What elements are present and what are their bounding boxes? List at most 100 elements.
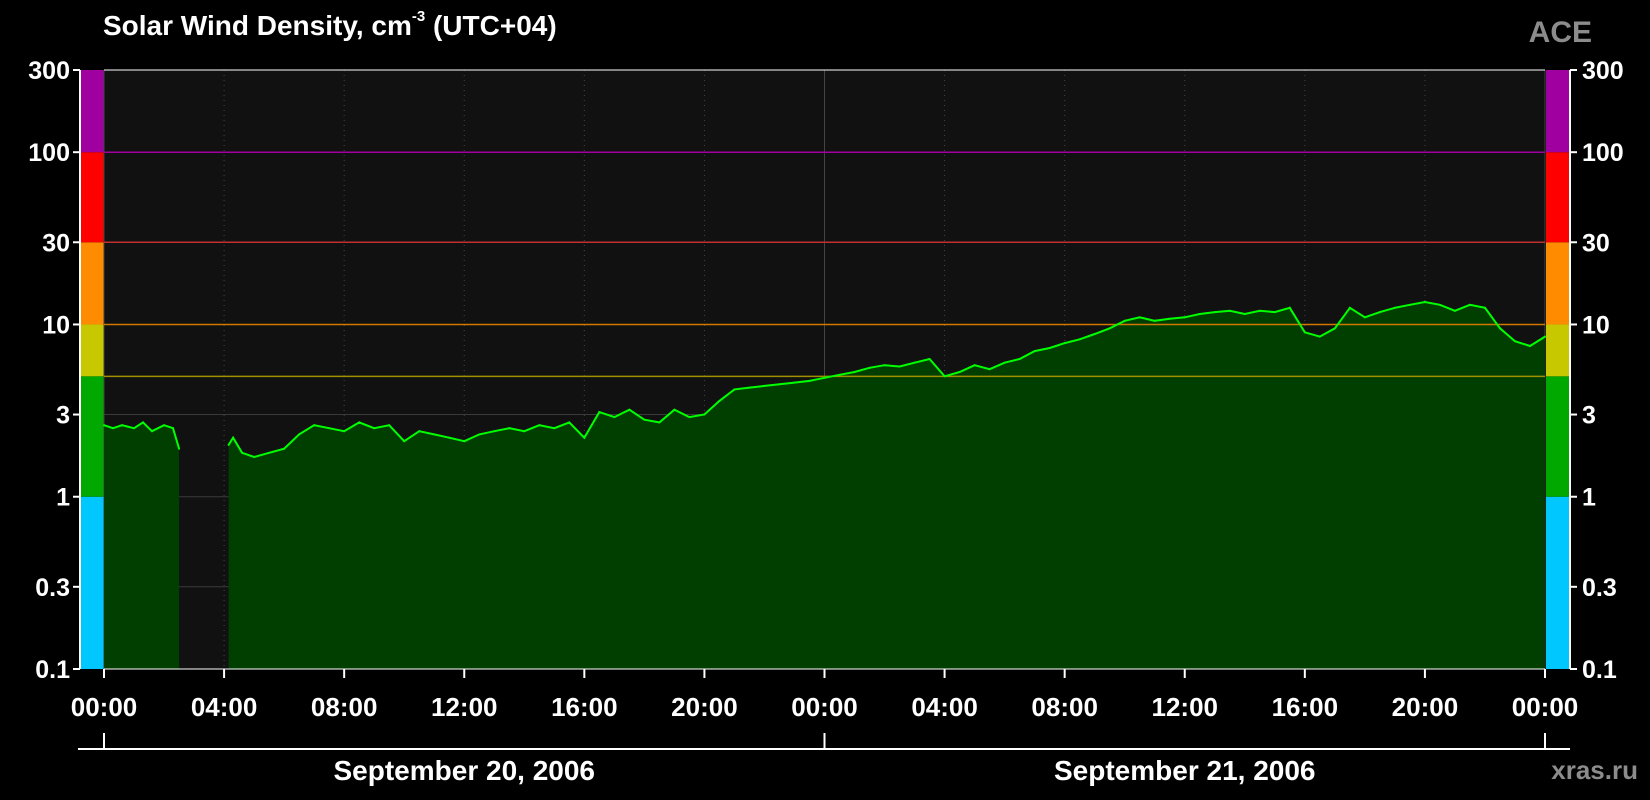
- data-point: [778, 383, 781, 386]
- data-point: [463, 440, 466, 443]
- data-point: [227, 443, 230, 446]
- data-point: [523, 430, 526, 433]
- data-point: [1033, 350, 1036, 353]
- data-point: [1544, 335, 1546, 338]
- y-tick-label-left: 300: [28, 57, 70, 85]
- data-point: [1198, 313, 1201, 316]
- data-point: [613, 416, 616, 419]
- data-point: [172, 427, 175, 430]
- data-point: [373, 427, 376, 430]
- level-band-left: [80, 152, 104, 243]
- data-point: [688, 416, 691, 419]
- data-point: [538, 424, 541, 427]
- data-point: [403, 440, 406, 443]
- data-point: [928, 358, 931, 361]
- data-point: [943, 375, 946, 378]
- data-point: [1513, 340, 1516, 343]
- x-tick-label: 12:00: [1152, 692, 1219, 722]
- data-point: [1483, 306, 1486, 309]
- y-tick-label-left: 3: [56, 402, 70, 430]
- data-point: [1378, 311, 1381, 314]
- data-point: [1408, 303, 1411, 306]
- x-tick-label: 00:00: [1512, 692, 1579, 722]
- data-point: [598, 411, 601, 414]
- data-point: [673, 408, 676, 411]
- x-tick-label: 04:00: [191, 692, 258, 722]
- date-label: September 21, 2006: [1054, 755, 1316, 786]
- data-point: [868, 366, 871, 369]
- y-tick-label-left: 1: [56, 484, 70, 512]
- data-point: [151, 430, 154, 433]
- data-point: [748, 386, 751, 389]
- data-point: [232, 436, 235, 439]
- data-point: [1303, 331, 1306, 334]
- data-point: [253, 456, 256, 459]
- x-tick-label: 20:00: [1392, 692, 1459, 722]
- data-point: [283, 447, 286, 450]
- y-tick-label-left: 100: [28, 139, 70, 167]
- level-band-left: [80, 324, 104, 377]
- data-point: [988, 368, 991, 371]
- data-point: [1078, 338, 1081, 341]
- data-point: [763, 384, 766, 387]
- x-tick-label: 08:00: [311, 692, 378, 722]
- data-point: [808, 379, 811, 382]
- x-tick-label: 16:00: [1272, 692, 1339, 722]
- level-band-left: [80, 496, 104, 669]
- data-point: [1438, 303, 1441, 306]
- data-point: [1138, 316, 1141, 319]
- data-point: [1213, 311, 1216, 314]
- data-point: [433, 433, 436, 436]
- data-point: [358, 421, 361, 424]
- data-point: [1333, 327, 1336, 330]
- data-point: [478, 433, 481, 436]
- x-tick-label: 00:00: [791, 692, 858, 722]
- data-point: [898, 365, 901, 368]
- x-tick-label: 04:00: [911, 692, 978, 722]
- data-point: [1423, 301, 1426, 304]
- data-point: [958, 370, 961, 373]
- data-point: [1228, 309, 1231, 312]
- data-point: [1348, 306, 1351, 309]
- data-point: [133, 427, 136, 430]
- level-band-right: [1546, 496, 1570, 669]
- date-label: September 20, 2006: [334, 755, 596, 786]
- data-point: [448, 436, 451, 439]
- x-tick-label: 08:00: [1031, 692, 1098, 722]
- y-tick-label-left: 0.1: [35, 656, 70, 684]
- data-point: [142, 421, 145, 424]
- y-tick-label-left: 10: [42, 311, 70, 339]
- y-tick-label-right: 0.3: [1582, 574, 1617, 602]
- level-band-left: [80, 242, 104, 325]
- data-point: [163, 424, 166, 427]
- density-chart: 0.1 0.1 0.3 0.3 1 1 3 3 10 10 30 30 100 100 300 300 00:0…: [28, 57, 1623, 786]
- data-point: [1393, 306, 1396, 309]
- data-point: [643, 418, 646, 421]
- data-point: [583, 436, 586, 439]
- data-point: [1063, 342, 1066, 345]
- data-point: [178, 447, 181, 450]
- data-point: [1108, 327, 1111, 330]
- data-point: [1048, 347, 1051, 350]
- data-point: [1093, 333, 1096, 336]
- data-point: [1273, 311, 1276, 314]
- data-point: [883, 364, 886, 367]
- data-point: [1363, 316, 1366, 319]
- density-area: [104, 422, 180, 669]
- data-point: [853, 370, 856, 373]
- y-tick-label-right: 1: [1582, 484, 1596, 512]
- data-point: [313, 424, 316, 427]
- y-tick-label-right: 30: [1582, 229, 1610, 257]
- y-tick-label-left: 30: [42, 229, 70, 257]
- data-point: [1018, 358, 1021, 361]
- data-point: [1123, 319, 1126, 322]
- data-point: [112, 427, 115, 430]
- level-band-right: [1546, 70, 1570, 153]
- x-tick-label: 16:00: [551, 692, 618, 722]
- level-band-right: [1546, 324, 1570, 377]
- y-tick-label-right: 0.1: [1582, 656, 1617, 684]
- data-point: [1153, 319, 1156, 322]
- data-point: [913, 361, 916, 364]
- data-point: [343, 430, 346, 433]
- data-point: [718, 399, 721, 402]
